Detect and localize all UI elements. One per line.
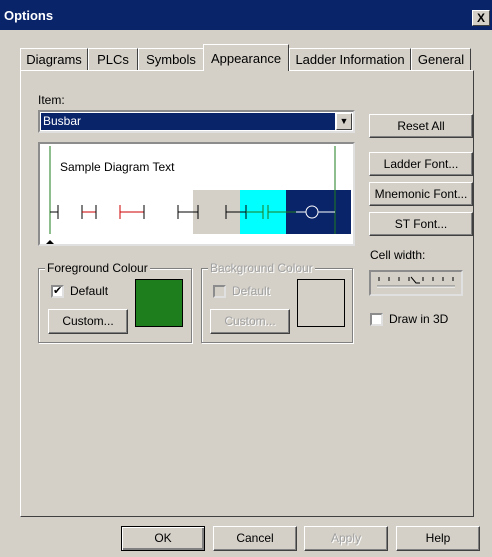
cursor-marker-icon	[46, 240, 54, 244]
cancel-button[interactable]: Cancel	[213, 526, 297, 551]
dropdown-arrow-icon[interactable]: ▼	[336, 113, 352, 130]
background-colour-legend: Background Colour	[208, 261, 315, 275]
close-button[interactable]: X	[472, 10, 490, 26]
item-label: Item:	[38, 93, 65, 107]
foreground-custom-button[interactable]: Custom...	[48, 309, 128, 334]
background-default-checkbox[interactable]	[213, 285, 226, 298]
foreground-colour-legend: Foreground Colour	[45, 261, 150, 275]
st-font-button[interactable]: ST Font...	[369, 212, 473, 236]
cell-width-label: Cell width:	[370, 248, 426, 262]
slider-thumb-icon	[410, 276, 420, 284]
tab-diagrams[interactable]: Diagrams	[20, 48, 88, 70]
title-bar: Options X	[0, 0, 492, 30]
foreground-colour-swatch[interactable]	[135, 279, 183, 327]
background-colour-swatch[interactable]	[297, 279, 345, 327]
tab-general[interactable]: General	[411, 48, 471, 70]
background-default-label: Default	[232, 284, 271, 298]
apply-button[interactable]: Apply	[304, 526, 388, 551]
ok-button[interactable]: OK	[121, 526, 205, 551]
item-select-value: Busbar	[41, 113, 335, 130]
ladder-preview-graphic	[46, 146, 351, 244]
sample-diagram-text: Sample Diagram Text	[60, 160, 175, 174]
tab-appearance[interactable]: Appearance	[203, 44, 289, 71]
background-custom-button[interactable]: Custom...	[210, 309, 290, 334]
mnemonic-font-button[interactable]: Mnemonic Font...	[369, 182, 473, 206]
draw-3d-label: Draw in 3D	[389, 312, 449, 326]
cell-width-slider[interactable]	[369, 270, 463, 296]
slider-track-graphic	[377, 276, 455, 288]
diagram-preview: Sample Diagram Text	[38, 142, 355, 246]
tab-plcs[interactable]: PLCs	[88, 48, 138, 70]
foreground-default-checkbox[interactable]: ✔	[51, 285, 64, 298]
tab-ladder-information[interactable]: Ladder Information	[289, 48, 411, 70]
help-button[interactable]: Help	[396, 526, 480, 551]
reset-all-button[interactable]: Reset All	[369, 114, 473, 138]
foreground-default-label: Default	[70, 284, 109, 298]
ladder-font-button[interactable]: Ladder Font...	[369, 152, 473, 176]
window-title: Options	[4, 8, 54, 23]
item-select[interactable]: Busbar ▼	[38, 110, 355, 133]
draw-3d-checkbox[interactable]	[370, 313, 383, 326]
tab-symbols[interactable]: Symbols	[138, 48, 204, 70]
